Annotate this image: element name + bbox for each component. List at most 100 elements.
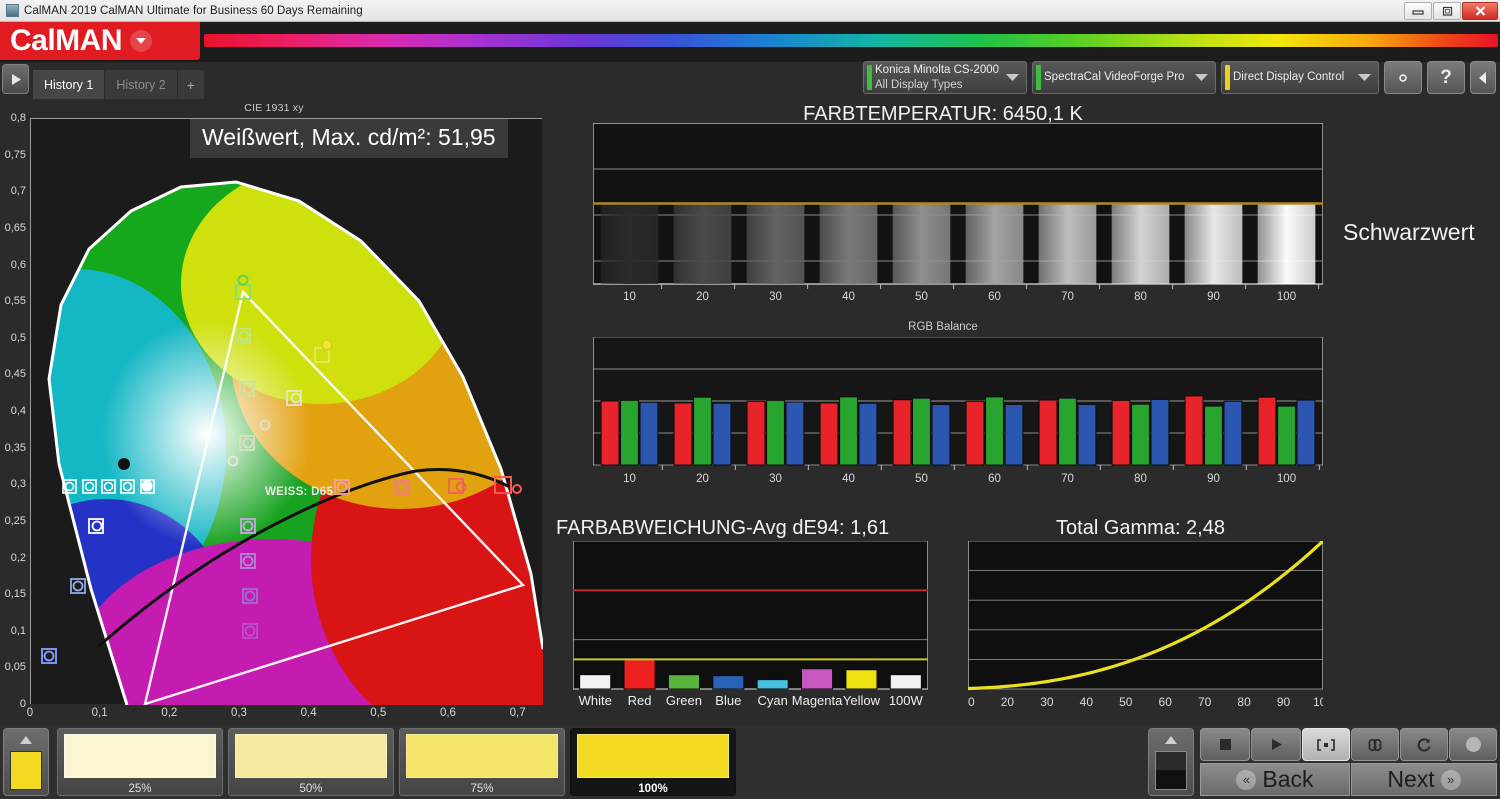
refresh-button[interactable]	[1400, 728, 1448, 761]
tab-history-1[interactable]: History 1	[33, 70, 106, 99]
rgb-bar	[1131, 403, 1150, 466]
cie-y-tick: 0,35	[4, 441, 26, 454]
play-button[interactable]	[1251, 728, 1301, 761]
color-deviation-chart[interactable]: 051015WhiteRedGreenBlueCyanMagentaYellow…	[573, 541, 928, 733]
gamma-x-tick: 40	[1080, 695, 1094, 709]
rgb-bar	[766, 399, 785, 466]
rgb-x-tick: 100	[1277, 473, 1296, 485]
source-status-indicator	[1036, 65, 1041, 90]
de-bar	[801, 668, 834, 690]
rgb-bar	[912, 397, 931, 466]
source-selector[interactable]: SpectraCal VideoForge Pro	[1032, 61, 1216, 94]
rgb-x-tick: 40	[842, 473, 855, 485]
spectrum-strip	[204, 34, 1498, 47]
next-button[interactable]: Next »	[1351, 763, 1497, 796]
minimize-button[interactable]	[1404, 2, 1432, 20]
add-tab-label: +	[186, 76, 195, 93]
back-button[interactable]: « Back	[1200, 763, 1350, 796]
brackets-icon	[1317, 738, 1335, 751]
cie-y-tick: 0,1	[10, 624, 26, 637]
rgb-x-tick: 80	[1134, 473, 1147, 485]
tab-label: History 2	[116, 77, 166, 92]
device-toolbar: Konica Minolta CS-2000 All Display Types…	[863, 61, 1496, 94]
ct-bar	[819, 203, 878, 284]
patch-button-25pct[interactable]: 25%	[57, 728, 223, 796]
de-bar	[579, 674, 612, 690]
rgb-bar	[858, 402, 878, 466]
patch-button-100pct[interactable]: 100%	[570, 728, 736, 796]
patch-color-swatch	[577, 734, 729, 778]
de-bar	[667, 674, 700, 690]
cie-y-tick: 0,25	[4, 514, 26, 527]
de-x-tick: Green	[666, 693, 702, 708]
tab-history-2[interactable]: History 2	[105, 70, 178, 99]
rgb-bar	[1184, 395, 1204, 466]
de-bar	[623, 658, 656, 690]
brand-bar: CalMAN	[0, 22, 1500, 62]
patch-button-75pct[interactable]: 75%	[399, 728, 565, 796]
cie-y-tick: 0,65	[4, 221, 26, 234]
cie-chart-panel: CIE 1931 xy 0,8 0,75 0,7 0,65 0,6 0,55 0,5 0,45…	[0, 99, 548, 725]
display-preview-swatch	[1155, 751, 1187, 790]
close-button[interactable]	[1462, 2, 1498, 20]
black-level-label: Schwarzwert	[1343, 219, 1475, 245]
rgb-bar	[1004, 404, 1024, 466]
stop-button[interactable]	[1200, 728, 1250, 761]
cie-y-tick: 0,8	[10, 112, 26, 124]
color-temperature-panel: FARBTEMPERATUR: 6450,1 K 400060008000100…	[548, 99, 1338, 317]
chevron-down-icon[interactable]	[1357, 69, 1372, 87]
window-title: CalMAN 2019 CalMAN Ultimate for Business…	[24, 4, 363, 17]
rgb-bar	[1277, 405, 1296, 466]
ct-x-tick: 30	[769, 291, 782, 303]
ct-bar	[892, 203, 951, 284]
color-temperature-chart[interactable]: 40006000800010000102030405060708090100	[593, 123, 1323, 328]
cie-plot-area[interactable]	[30, 118, 543, 705]
add-tab-button[interactable]: +	[177, 70, 205, 99]
chevron-down-icon[interactable]	[1005, 69, 1020, 87]
ct-bar	[1111, 203, 1170, 284]
control-name: Direct Display Control	[1233, 71, 1345, 84]
settings-button[interactable]	[1384, 61, 1422, 94]
help-button[interactable]: ?	[1427, 61, 1465, 94]
patch-label: 25%	[128, 783, 152, 795]
target-button[interactable]	[1449, 728, 1497, 761]
brand-name: CalMAN	[10, 24, 123, 57]
patch-home-button[interactable]	[3, 728, 49, 796]
restore-button[interactable]	[1433, 2, 1461, 20]
meter-selector[interactable]: Konica Minolta CS-2000 All Display Types	[863, 61, 1027, 94]
rgb-bar	[1058, 397, 1077, 466]
cie-chart-caption: CIE 1931 xy	[244, 102, 304, 114]
rgb-bar	[1204, 405, 1223, 466]
rgb-bar	[1038, 399, 1058, 466]
cie-y-tick: 0,45	[4, 368, 26, 381]
display-home-button[interactable]	[1148, 728, 1194, 796]
cie-y-tick: 0,2	[10, 551, 26, 564]
control-status-indicator	[1225, 65, 1230, 90]
collapse-panel-button[interactable]	[1470, 61, 1496, 94]
de-x-tick: Cyan	[758, 693, 788, 708]
bottom-toolbar: 25% 50% 75% 100% « Back Next »	[0, 725, 1500, 799]
patch-button-50pct[interactable]: 50%	[228, 728, 394, 796]
rgb-x-tick: 50	[915, 473, 928, 485]
calman-logo-button[interactable]: CalMAN	[0, 22, 200, 60]
rgb-x-tick: 90	[1207, 473, 1220, 485]
gear-icon	[1399, 73, 1407, 82]
ct-x-tick: 60	[988, 291, 1001, 303]
rgb-bar	[673, 402, 693, 466]
cie-diagram	[41, 180, 543, 705]
session-play-button[interactable]	[2, 64, 29, 94]
gamma-x-tick: 50	[1119, 695, 1133, 709]
chevron-down-icon[interactable]	[130, 30, 153, 52]
color-deviation-panel: FARBABWEICHUNG-Avg dE94: 1,61 051015Whit…	[548, 517, 943, 725]
measure-button[interactable]	[1302, 728, 1350, 761]
total-gamma-chart[interactable]: 00,20,40,60,81102030405060708090100	[968, 541, 1323, 733]
display-control-selector[interactable]: Direct Display Control	[1221, 61, 1379, 94]
patch-label: 75%	[470, 783, 494, 795]
rgb-balance-chart[interactable]: 8090100110120102030405060708090100	[593, 337, 1323, 509]
right-column: FARBTEMPERATUR: 6450,1 K 400060008000100…	[548, 99, 1500, 725]
continuous-button[interactable]	[1351, 728, 1399, 761]
cie-y-axis: 0,8 0,75 0,7 0,65 0,6 0,55 0,5 0,45 0,4 0,35 0,3 0,…	[0, 112, 30, 710]
rgb-bar	[1111, 399, 1131, 466]
chevron-down-icon[interactable]	[1194, 69, 1209, 87]
gamma-x-tick: 20	[1001, 695, 1015, 709]
